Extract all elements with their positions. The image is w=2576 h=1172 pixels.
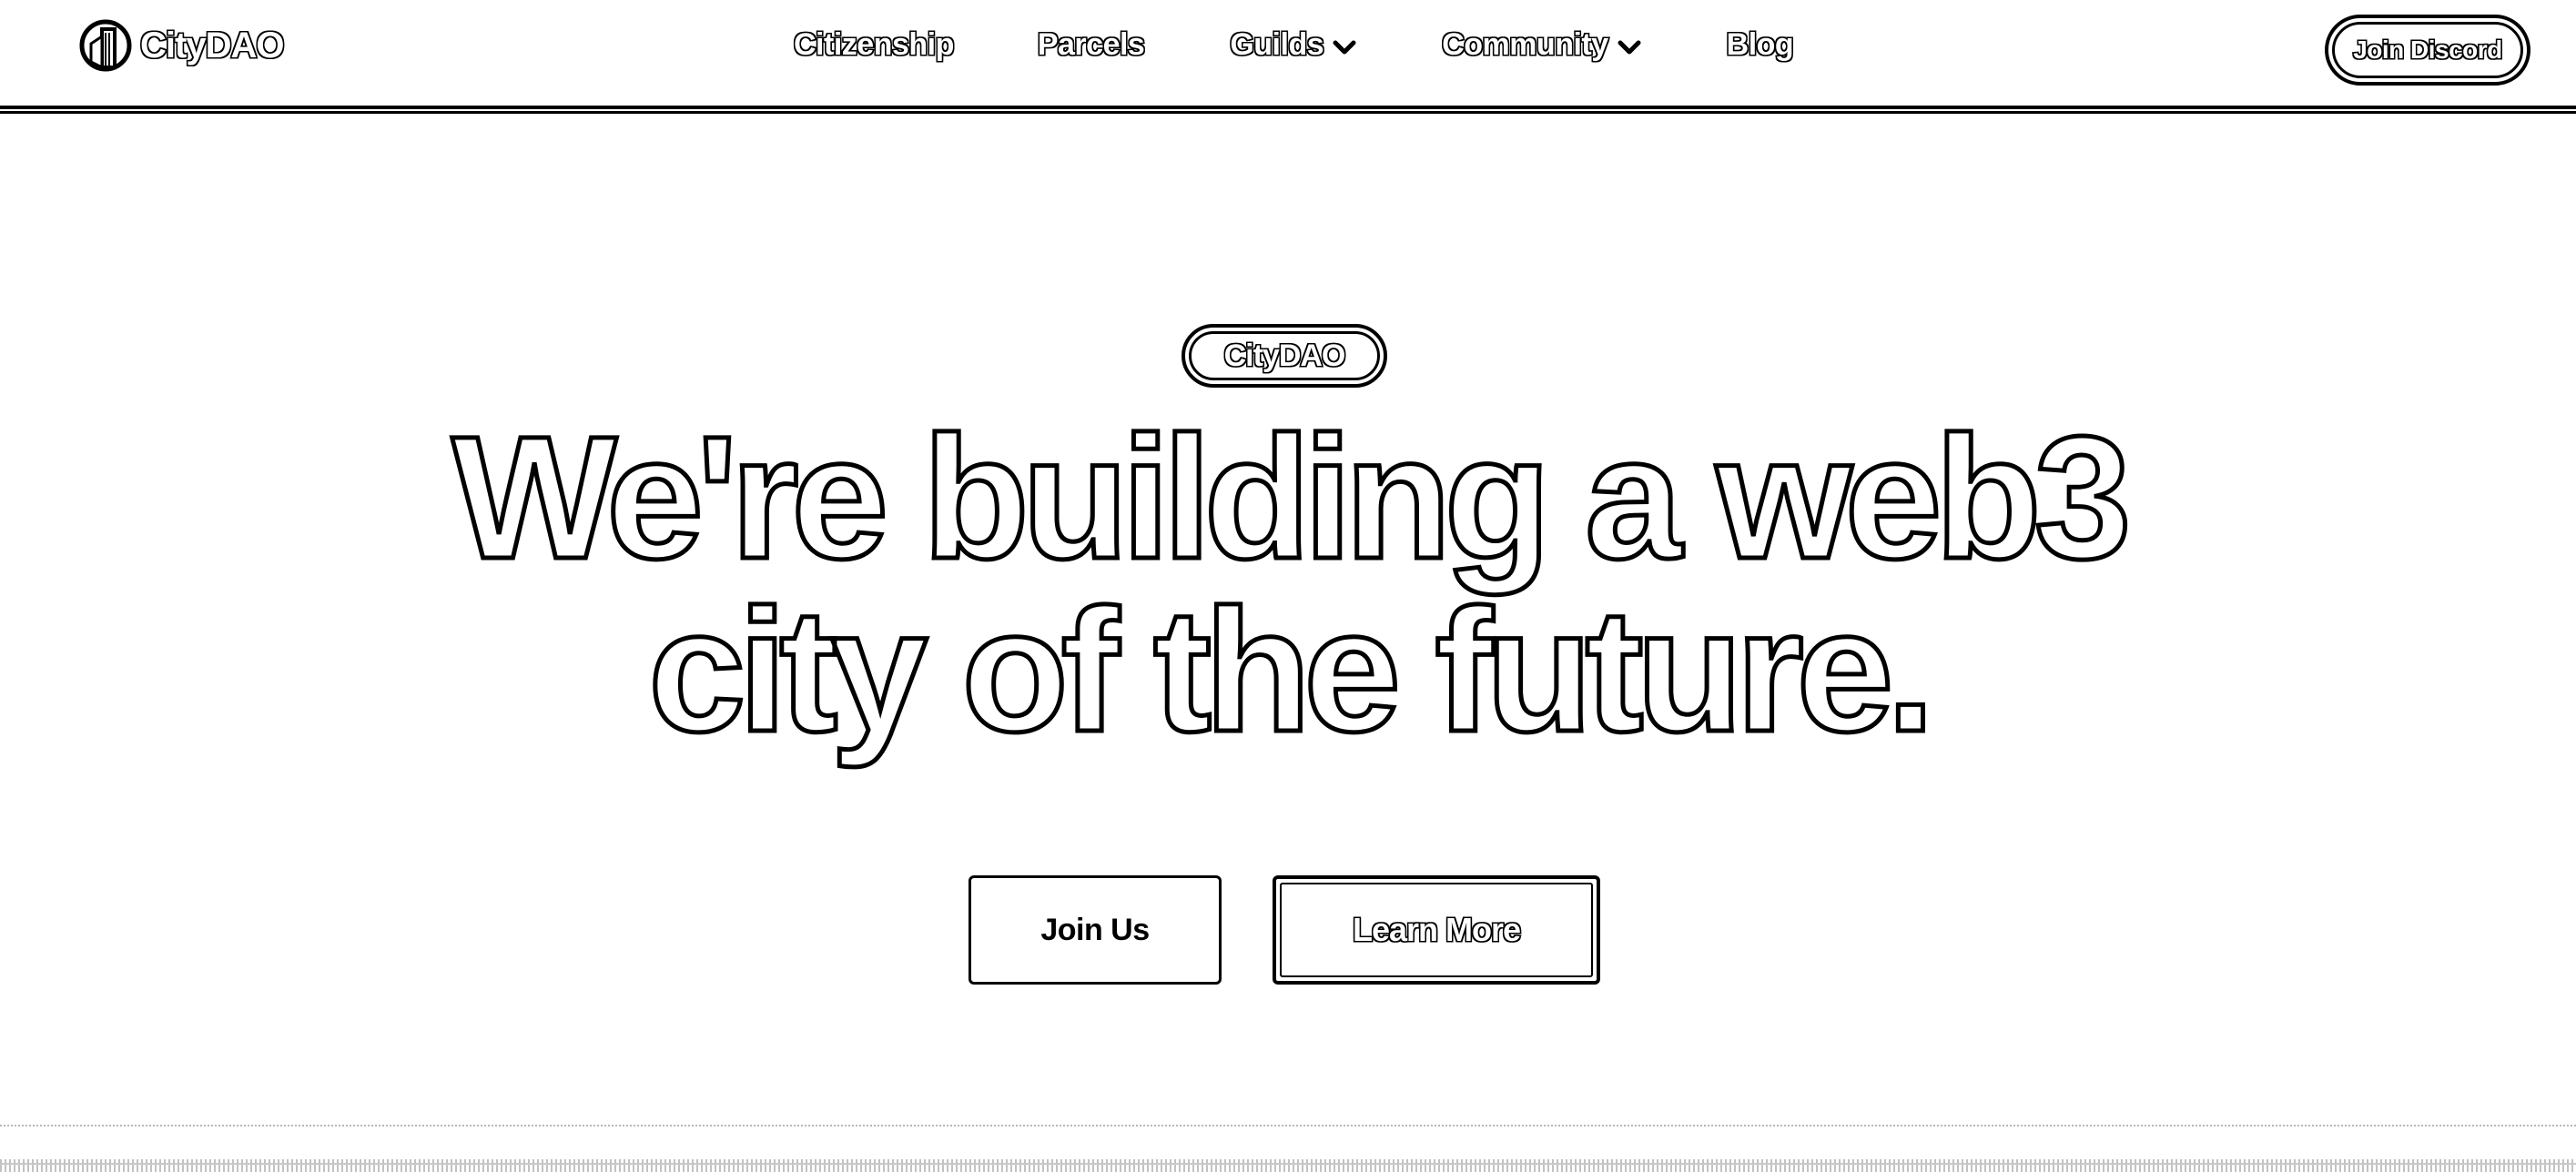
nav-item-label: Parcels bbox=[1036, 26, 1146, 64]
section-divider bbox=[0, 1125, 2576, 1127]
hero-title: We're building a web3 city of the future… bbox=[0, 399, 2576, 768]
hero-badge: CityDAO bbox=[1182, 324, 1387, 388]
nav-item-parcels[interactable]: Parcels bbox=[1036, 26, 1146, 64]
brand-name: CityDAO bbox=[138, 24, 285, 66]
learn-more-button[interactable]: Learn More bbox=[1273, 875, 1600, 985]
hero-badge-label: CityDAO bbox=[1222, 337, 1347, 374]
header-divider bbox=[0, 106, 2576, 109]
learn-more-label: Learn More bbox=[1351, 910, 1522, 950]
nav-item-blog[interactable]: Blog bbox=[1725, 26, 1795, 64]
nav-item-label: Guilds bbox=[1229, 26, 1325, 64]
nav-item-label: Citizenship bbox=[793, 26, 956, 64]
chevron-down-icon bbox=[1333, 40, 1356, 54]
join-us-button[interactable]: Join Us bbox=[969, 875, 1222, 985]
nav-item-citizenship[interactable]: Citizenship bbox=[793, 26, 956, 64]
section-divider bbox=[0, 1163, 2576, 1165]
join-discord-button[interactable]: Join Discord bbox=[2325, 15, 2530, 86]
main-nav: Citizenship Parcels Guilds Community Blo… bbox=[793, 26, 1796, 64]
join-discord-label: Join Discord bbox=[2352, 35, 2504, 66]
nav-item-label: Community bbox=[1441, 26, 1610, 64]
header-divider bbox=[0, 111, 2576, 114]
nav-item-community[interactable]: Community bbox=[1441, 26, 1641, 64]
hero-title-line: We're building a web3 bbox=[450, 399, 2134, 595]
section-divider bbox=[0, 1159, 2576, 1172]
hero-title-line: city of the future. bbox=[646, 572, 1937, 768]
nav-item-label: Blog bbox=[1725, 26, 1795, 64]
brand-logo-link[interactable]: CityDAO bbox=[78, 16, 286, 75]
nav-item-guilds[interactable]: Guilds bbox=[1229, 26, 1356, 64]
site-header: CityDAO Citizenship Parcels Guilds Commu… bbox=[0, 0, 2576, 106]
chevron-down-icon bbox=[1618, 40, 1641, 54]
join-us-label: Join Us bbox=[1040, 912, 1150, 947]
city-building-icon bbox=[79, 19, 132, 72]
